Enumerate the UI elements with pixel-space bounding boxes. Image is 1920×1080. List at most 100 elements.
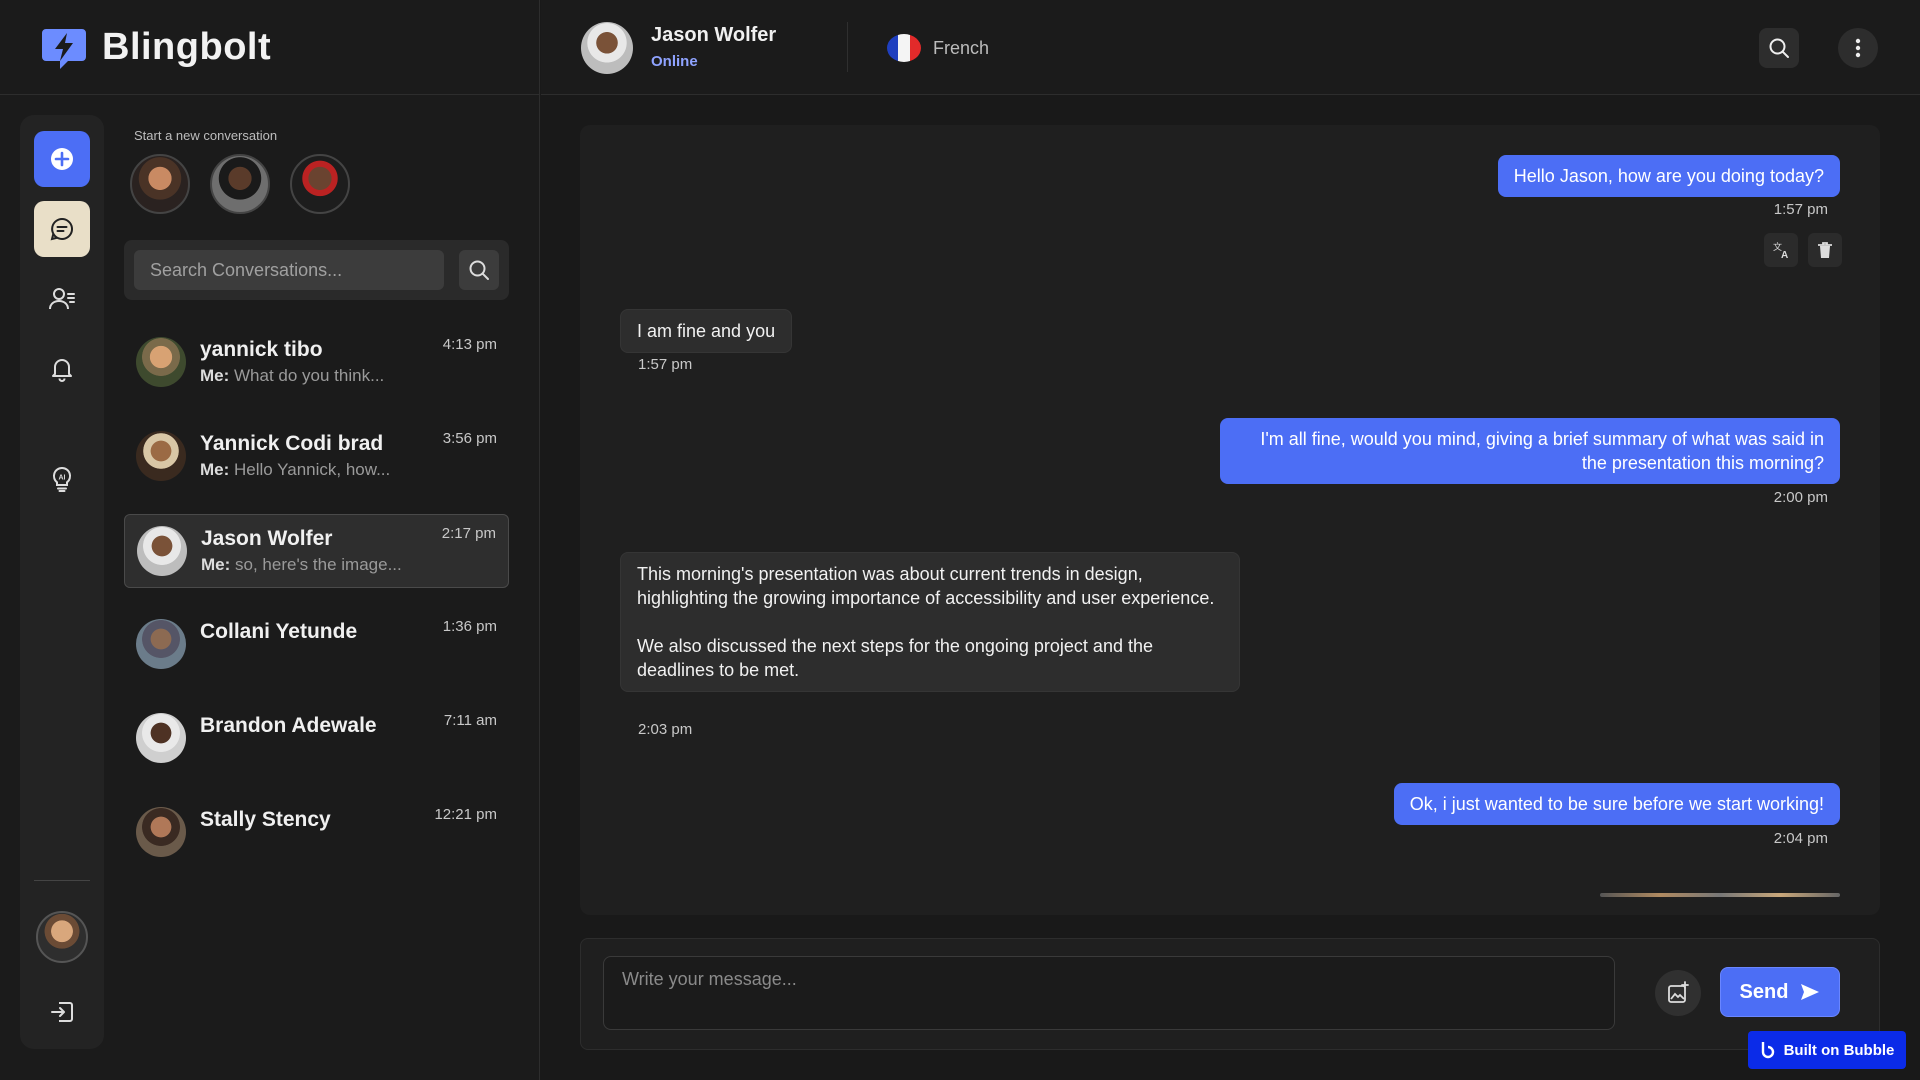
image-add-icon bbox=[1668, 981, 1689, 1003]
message-time: 1:57 pm bbox=[638, 356, 693, 373]
search-icon bbox=[469, 260, 489, 280]
rail-divider bbox=[34, 880, 90, 881]
app-root: Blingbolt AI Start a new conversation Se… bbox=[0, 0, 1920, 1080]
conversation-item[interactable]: yannick tibo Me: What do you think... 4:… bbox=[124, 326, 509, 400]
conversation-search bbox=[124, 240, 509, 300]
built-on-bubble-badge[interactable]: Built on Bubble bbox=[1748, 1031, 1906, 1069]
badge-label: Built on Bubble bbox=[1783, 1041, 1895, 1059]
new-conversation-button[interactable] bbox=[34, 131, 90, 187]
logout-icon bbox=[51, 1002, 73, 1022]
message-time: 2:03 pm bbox=[638, 721, 693, 738]
search-input[interactable] bbox=[134, 250, 444, 290]
ai-assistant-nav-button[interactable]: AI bbox=[34, 451, 90, 507]
search-button[interactable] bbox=[459, 250, 499, 290]
avatar bbox=[137, 526, 187, 576]
quick-contacts bbox=[130, 154, 350, 214]
conversation-item-active[interactable]: Jason Wolfer Me: so, here's the image...… bbox=[124, 514, 509, 588]
bell-icon bbox=[52, 359, 72, 382]
sender-label: Me: bbox=[200, 460, 230, 479]
message-time: 1:57 pm bbox=[1773, 201, 1828, 218]
conversation-list: yannick tibo Me: What do you think... 4:… bbox=[124, 326, 509, 890]
image-message-preview[interactable] bbox=[1600, 893, 1840, 897]
translate-icon: 文A bbox=[1773, 241, 1788, 260]
language-selector[interactable]: French bbox=[887, 34, 989, 62]
conversation-item[interactable]: Yannick Codi brad Me: Hello Yannick, how… bbox=[124, 420, 509, 494]
conversation-time: 12:21 pm bbox=[434, 806, 497, 823]
search-icon bbox=[1769, 38, 1789, 58]
attach-image-button[interactable] bbox=[1655, 970, 1701, 1016]
new-conversation-label: Start a new conversation bbox=[134, 128, 278, 143]
conversation-item[interactable]: Brandon Adewale 7:11 am bbox=[124, 702, 509, 776]
preview-text: so, here's the image... bbox=[235, 555, 402, 574]
incoming-message[interactable]: I am fine and you bbox=[620, 309, 793, 353]
quick-contact-avatar[interactable] bbox=[210, 154, 270, 214]
conversation-name: Jason Wolfer bbox=[201, 527, 333, 550]
outgoing-message[interactable]: Hello Jason, how are you doing today? bbox=[1497, 155, 1840, 197]
svg-text:AI: AI bbox=[59, 475, 66, 482]
outgoing-message[interactable]: I'm all fine, would you mind, giving a b… bbox=[1220, 418, 1840, 484]
conversation-name: Brandon Adewale bbox=[200, 714, 377, 737]
conversation-name: Stally Stency bbox=[200, 808, 331, 831]
chat-icon bbox=[50, 217, 74, 241]
contact-avatar[interactable] bbox=[581, 22, 633, 74]
sender-label: Me: bbox=[200, 366, 230, 385]
contact-status: Online bbox=[651, 53, 698, 70]
left-panel: Blingbolt AI Start a new conversation Se… bbox=[0, 0, 540, 1080]
contact-name: Jason Wolfer bbox=[651, 24, 777, 46]
message-composer: Send bbox=[580, 938, 1880, 1050]
language-label: French bbox=[933, 37, 990, 58]
message-time: 2:00 pm bbox=[1773, 489, 1828, 506]
message-time: 2:04 pm bbox=[1773, 830, 1828, 847]
quick-contact-avatar[interactable] bbox=[130, 154, 190, 214]
conversation-preview: Me: What do you think... bbox=[200, 366, 384, 386]
conversation-time: 7:11 am bbox=[443, 712, 497, 729]
quick-contact-avatar[interactable] bbox=[290, 154, 350, 214]
conversation-time: 3:56 pm bbox=[442, 430, 497, 447]
send-arrow-icon bbox=[1801, 984, 1820, 1000]
notifications-nav-button[interactable] bbox=[34, 341, 90, 397]
conversation-preview: Me: so, here's the image... bbox=[201, 555, 402, 575]
icon-rail: AI bbox=[20, 115, 104, 1049]
incoming-message[interactable]: This morning's presentation was about cu… bbox=[620, 552, 1240, 692]
sender-label: Me: bbox=[201, 555, 231, 574]
avatar bbox=[136, 431, 186, 481]
brand-name: Blingbolt bbox=[102, 25, 272, 68]
user-avatar[interactable] bbox=[36, 911, 88, 963]
preview-text: Hello Yannick, how... bbox=[234, 460, 391, 479]
avatar bbox=[136, 619, 186, 669]
logout-button[interactable] bbox=[34, 984, 90, 1040]
message-thread: Hello Jason, how are you doing today? 1:… bbox=[580, 125, 1880, 915]
conversation-item[interactable]: Collani Yetunde 1:36 pm bbox=[124, 608, 509, 682]
message-paragraph: We also discussed the next steps for the… bbox=[637, 636, 1153, 680]
outgoing-message[interactable]: Ok, i just wanted to be sure before we s… bbox=[1393, 783, 1840, 825]
message-input[interactable] bbox=[603, 956, 1615, 1030]
conversation-time: 1:36 pm bbox=[442, 618, 497, 635]
message-paragraph: This morning's presentation was about cu… bbox=[637, 564, 1215, 608]
contacts-icon bbox=[49, 288, 75, 310]
translate-button[interactable]: 文A bbox=[1764, 233, 1798, 267]
conversation-name: Yannick Codi brad bbox=[200, 432, 384, 455]
chat-header: Jason Wolfer Online French bbox=[541, 0, 1920, 95]
chat-search-button[interactable] bbox=[1759, 28, 1799, 68]
contacts-nav-button[interactable] bbox=[34, 271, 90, 327]
header-divider bbox=[847, 22, 848, 72]
more-options-button[interactable] bbox=[1838, 28, 1878, 68]
plus-icon bbox=[51, 148, 73, 170]
conversation-name: Collani Yetunde bbox=[200, 620, 358, 643]
delete-message-button[interactable] bbox=[1808, 233, 1842, 267]
more-vertical-icon bbox=[1855, 38, 1861, 58]
conversation-time: 4:13 pm bbox=[442, 336, 497, 353]
chats-nav-button[interactable] bbox=[34, 201, 90, 257]
conversation-preview: Me: Hello Yannick, how... bbox=[200, 460, 390, 480]
conversation-name: yannick tibo bbox=[200, 338, 323, 361]
conversation-item[interactable]: Stally Stency 12:21 pm bbox=[124, 796, 509, 870]
bolt-logo-icon bbox=[42, 29, 86, 69]
svg-text:A: A bbox=[1781, 250, 1788, 260]
brand-header: Blingbolt bbox=[0, 0, 540, 95]
send-button[interactable]: Send bbox=[1720, 967, 1840, 1017]
trash-icon bbox=[1818, 242, 1832, 258]
ai-bulb-icon: AI bbox=[52, 466, 72, 492]
avatar bbox=[136, 713, 186, 763]
bubble-logo-icon bbox=[1761, 1042, 1774, 1059]
preview-text: What do you think... bbox=[234, 366, 385, 385]
